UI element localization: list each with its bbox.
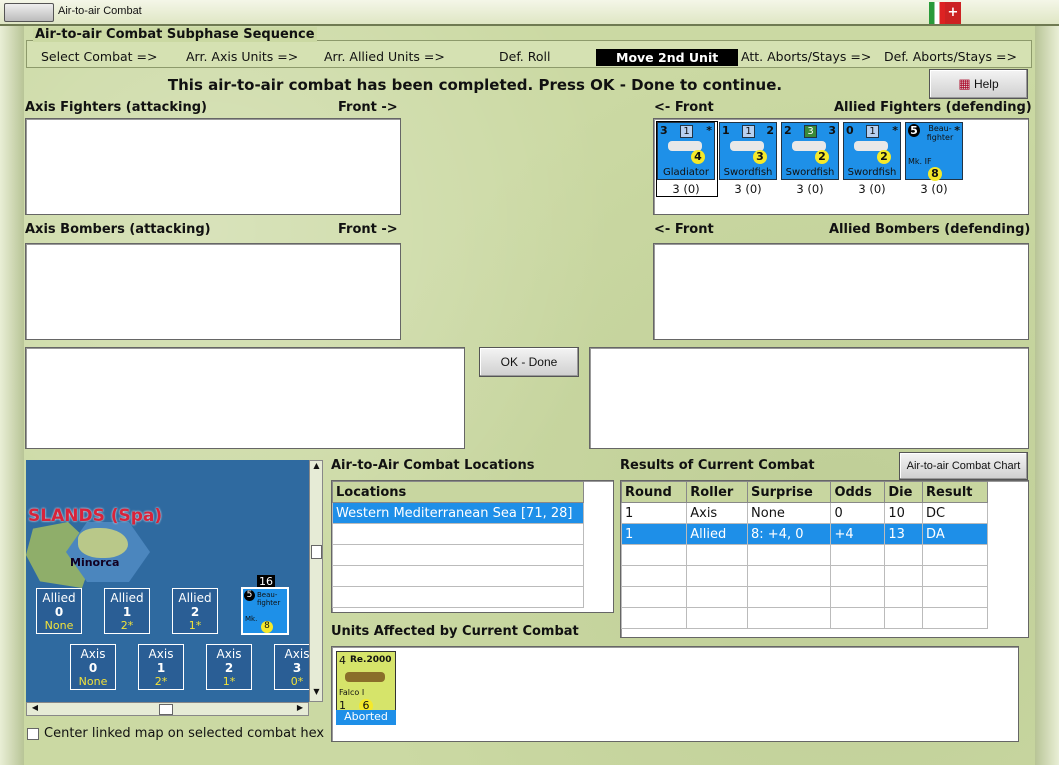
map-island-label: Minorca bbox=[70, 556, 120, 569]
seq-step-move-2nd-unit: Move 2nd Unit bbox=[596, 49, 739, 66]
seq-step-def-aborts: Def. Aborts/Stays => bbox=[884, 49, 1017, 64]
allied-fighters-box[interactable]: 3 1 * 4 Gladiator 1 1 2 3 Swordfish 2 3 3 2 Swordfis… bbox=[653, 118, 1029, 215]
italy-flag-icon bbox=[929, 2, 945, 24]
unit-value: 3 (0) bbox=[734, 182, 762, 196]
axis-bombers-label: Axis Bombers (attacking) bbox=[25, 222, 211, 237]
left-border bbox=[0, 26, 24, 765]
unit-counter-gladiator[interactable]: 3 1 * 4 Gladiator bbox=[657, 122, 715, 180]
right-border bbox=[1035, 26, 1059, 765]
map-region-label: SLANDS (Spa) bbox=[28, 506, 163, 526]
scroll-left-arrow-icon[interactable]: ◀ bbox=[28, 703, 42, 712]
unit-value: 3 (0) bbox=[858, 182, 886, 196]
result-row[interactable]: 1 Axis None 0 10 DC bbox=[621, 502, 988, 524]
allied-bombers-front: <- Front bbox=[654, 222, 714, 237]
results-table[interactable]: Round Roller Surprise Odds Die Result 1 Axis No… bbox=[620, 480, 1029, 638]
axis-box-3[interactable]: Axis 3 0* bbox=[274, 644, 309, 690]
help-button[interactable]: ▦ Help bbox=[929, 69, 1028, 99]
combat-chart-button[interactable]: Air-to-air Combat Chart bbox=[899, 452, 1028, 480]
scroll-right-arrow-icon[interactable]: ▶ bbox=[293, 703, 307, 712]
center-map-label: Center linked map on selected combat hex bbox=[44, 726, 325, 741]
unit-counter-swordfish[interactable]: 0 1 * 2 Swordfish bbox=[843, 122, 901, 180]
axis-fighters-label: Axis Fighters (attacking) bbox=[25, 100, 207, 115]
allied-box-1[interactable]: Allied 1 2* bbox=[104, 588, 150, 634]
axis-box-2[interactable]: Axis 2 1* bbox=[206, 644, 252, 690]
affected-units-box[interactable]: 4 Re.2000 Falco I 1 6 Aborted bbox=[331, 646, 1019, 742]
locations-title: Air-to-Air Combat Locations bbox=[331, 458, 535, 473]
allied-fighters-label: Allied Fighters (defending) bbox=[834, 100, 1032, 115]
status-message: This air-to-air combat has been complete… bbox=[167, 76, 783, 94]
unit-counter-swordfish[interactable]: 2 3 3 2 Swordfish bbox=[781, 122, 839, 180]
center-map-checkbox[interactable] bbox=[27, 728, 39, 740]
plane-icon bbox=[345, 672, 385, 682]
ok-done-button[interactable]: OK - Done bbox=[479, 347, 579, 377]
allied-bombers-label: Allied Bombers (defending) bbox=[829, 222, 1031, 237]
axis-bombers-box[interactable] bbox=[25, 243, 401, 340]
unit-counter-beaufighter[interactable]: 5 Beau-fighter * Mk. IF 8 bbox=[905, 122, 963, 181]
axis-info-box bbox=[25, 347, 465, 449]
scroll-down-arrow-icon[interactable]: ▼ bbox=[311, 687, 322, 701]
seq-step-def-roll: Def. Roll bbox=[499, 49, 551, 64]
map-stack-counter[interactable]: 5 Beau-fighter Mk. 8 bbox=[241, 587, 289, 635]
linked-map[interactable]: SLANDS (Spa) Minorca Allied 0 None Allied 1… bbox=[26, 460, 309, 702]
aborted-status: Aborted bbox=[336, 710, 396, 725]
seq-step-arr-allied: Arr. Allied Units => bbox=[324, 49, 445, 64]
title-bar: Air-to-air Combat + bbox=[0, 0, 1059, 26]
allied-info-box bbox=[589, 347, 1029, 449]
unit-value: 3 (0) bbox=[672, 182, 700, 196]
affected-title: Units Affected by Current Combat bbox=[331, 624, 579, 639]
results-title: Results of Current Combat bbox=[620, 458, 815, 473]
seq-step-arr-axis: Arr. Axis Units => bbox=[186, 49, 299, 64]
seq-step-select-combat: Select Combat => bbox=[41, 49, 158, 64]
system-menu-button[interactable] bbox=[4, 3, 54, 22]
axis-fighters-box[interactable] bbox=[25, 118, 401, 215]
map-horizontal-scrollbar[interactable]: ◀ ▶ bbox=[26, 702, 309, 716]
axis-box-0[interactable]: Axis 0 None bbox=[70, 644, 116, 690]
location-row[interactable]: Western Mediterranean Sea [71, 28] bbox=[332, 502, 584, 524]
allied-box-0[interactable]: Allied 0 None bbox=[36, 588, 82, 634]
affected-unit-counter[interactable]: 4 Re.2000 Falco I 1 6 bbox=[336, 651, 396, 715]
britain-flag-icon: + bbox=[945, 2, 961, 24]
map-vertical-scrollbar[interactable]: ▲ ▼ bbox=[309, 460, 323, 702]
axis-fighters-front: Front -> bbox=[338, 100, 398, 115]
window-title: Air-to-air Combat bbox=[58, 5, 142, 17]
help-book-icon: ▦ bbox=[958, 76, 971, 91]
scroll-thumb[interactable] bbox=[159, 704, 173, 715]
scroll-up-arrow-icon[interactable]: ▲ bbox=[311, 461, 322, 475]
locations-list[interactable]: Locations Western Mediterranean Sea [71,… bbox=[331, 480, 614, 613]
sequence-title: Air-to-air Combat Subphase Sequence bbox=[33, 27, 317, 42]
allied-fighters-front: <- Front bbox=[654, 100, 714, 115]
unit-value: 3 (0) bbox=[796, 182, 824, 196]
axis-bombers-front: Front -> bbox=[338, 222, 398, 237]
result-row[interactable]: 1 Allied 8: +4, 0 +4 13 DA bbox=[621, 523, 988, 545]
locations-header[interactable]: Locations bbox=[332, 481, 584, 503]
scroll-thumb[interactable] bbox=[311, 545, 322, 559]
seq-step-att-aborts: Att. Aborts/Stays => bbox=[741, 49, 872, 64]
unit-counter-swordfish[interactable]: 1 1 2 3 Swordfish bbox=[719, 122, 777, 180]
minorca-land bbox=[78, 528, 128, 558]
unit-value: 3 (0) bbox=[920, 182, 948, 196]
allied-bombers-box[interactable] bbox=[653, 243, 1029, 340]
axis-box-1[interactable]: Axis 1 2* bbox=[138, 644, 184, 690]
allied-box-2[interactable]: Allied 2 1* bbox=[172, 588, 218, 634]
